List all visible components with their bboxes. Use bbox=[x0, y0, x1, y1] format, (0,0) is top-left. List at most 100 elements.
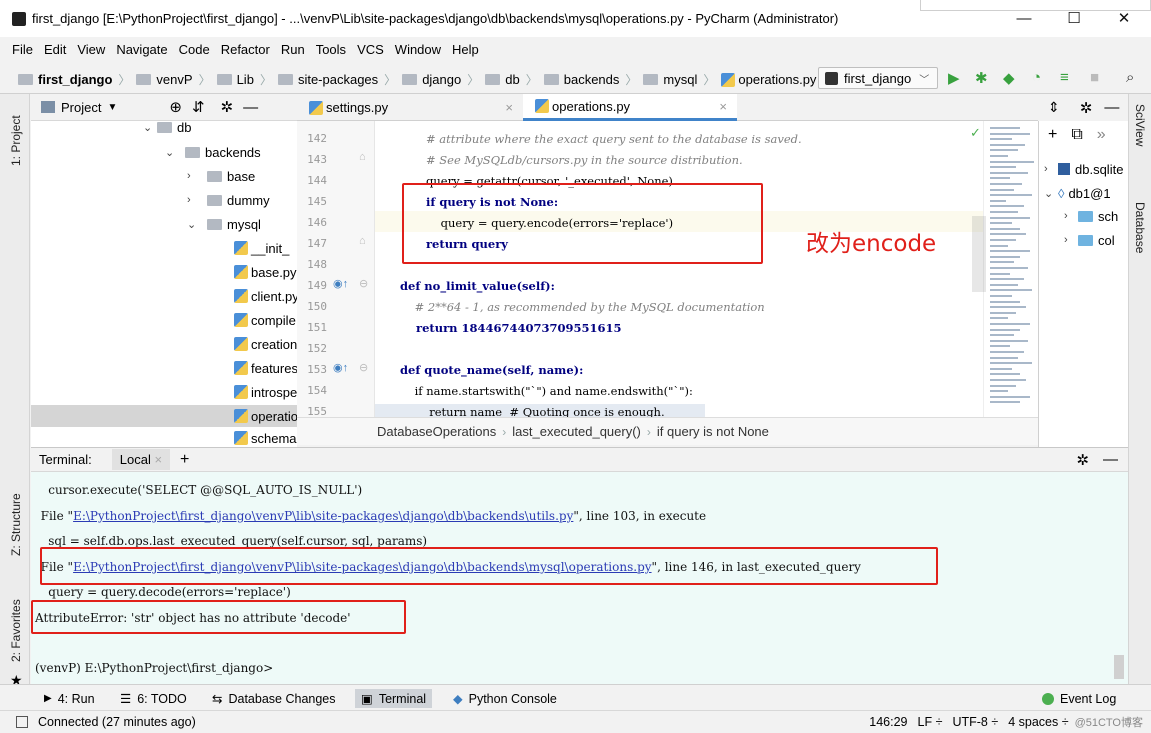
copy-icon[interactable]: ⧉ bbox=[1071, 126, 1082, 144]
tree-item-features[interactable]: features bbox=[234, 357, 298, 379]
sciview-tool-tab[interactable]: SciView bbox=[1133, 104, 1147, 146]
tree-item-client-py[interactable]: client.py bbox=[234, 285, 299, 307]
menu-edit[interactable]: Edit bbox=[44, 42, 66, 57]
menu-code[interactable]: Code bbox=[179, 42, 210, 57]
crumb-lib[interactable]: Lib bbox=[237, 72, 254, 87]
db-item-collations[interactable]: › col bbox=[1064, 229, 1115, 251]
project-title[interactable]: Project bbox=[61, 100, 101, 115]
crumb-mysql[interactable]: mysql bbox=[663, 72, 697, 87]
hide-icon[interactable]: — bbox=[243, 99, 258, 116]
profile-icon[interactable]: ◔ bbox=[1032, 69, 1041, 86]
minimap-viewport[interactable] bbox=[972, 216, 986, 292]
crumb-file[interactable]: operations.py bbox=[738, 72, 816, 87]
database-changes-tool-button[interactable]: ⇆ Database Changes bbox=[206, 689, 342, 708]
tree-item-dummy[interactable]: › dummy bbox=[187, 189, 270, 211]
tree-item-operations[interactable]: operatio bbox=[234, 405, 298, 427]
python-console-tool-button[interactable]: ◆ Python Console bbox=[447, 689, 563, 708]
run-tool-button[interactable]: ▶ 4: Run bbox=[38, 689, 101, 708]
tree-item-schema[interactable]: schema bbox=[234, 429, 297, 447]
minimap[interactable] bbox=[972, 121, 1038, 417]
database-tool-tab[interactable]: Database bbox=[1133, 202, 1147, 253]
run-configuration-select[interactable]: first_django ﹀ bbox=[818, 67, 938, 89]
structure-tool-tab[interactable]: Z: Structure bbox=[9, 493, 23, 556]
crumb-backends[interactable]: backends bbox=[564, 72, 620, 87]
menu-window[interactable]: Window bbox=[395, 42, 441, 57]
minimize-button[interactable]: — bbox=[1010, 6, 1038, 32]
file-link[interactable]: E:\PythonProject\first_django\venvP\lib\… bbox=[73, 509, 573, 523]
close-icon[interactable]: × bbox=[719, 99, 727, 114]
indent-setting[interactable]: 4 spaces ÷ bbox=[1008, 715, 1068, 729]
menu-run[interactable]: Run bbox=[281, 42, 305, 57]
menu-icon[interactable]: ⇕ bbox=[1048, 99, 1060, 116]
menu-view[interactable]: View bbox=[77, 42, 105, 57]
tree-item-base[interactable]: › base bbox=[187, 165, 255, 187]
fold-icon[interactable]: ⌂ bbox=[359, 151, 366, 163]
favorites-tool-tab[interactable]: 2: Favorites bbox=[9, 599, 23, 662]
tree-item-base-py[interactable]: base.py bbox=[234, 261, 297, 283]
override-icon[interactable]: ◉↑ bbox=[333, 361, 348, 374]
code-editor[interactable]: # attribute where the exact query sent t… bbox=[375, 121, 983, 417]
db-item-schemas[interactable]: › sch bbox=[1064, 205, 1118, 227]
hide-icon[interactable]: — bbox=[1103, 451, 1118, 468]
fold-icon[interactable]: ⊖ bbox=[359, 277, 368, 290]
close-icon[interactable]: × bbox=[505, 100, 513, 115]
db-item-sqlite[interactable]: › db.sqlite bbox=[1044, 158, 1123, 180]
close-button[interactable]: ✕ bbox=[1110, 6, 1138, 32]
fold-icon[interactable]: ⌂ bbox=[359, 235, 366, 247]
crumb-method[interactable]: last_executed_query() bbox=[512, 424, 641, 439]
tree-item-creation[interactable]: creation bbox=[234, 333, 297, 355]
tab-settings[interactable]: settings.py × bbox=[297, 94, 523, 121]
add-tab-icon[interactable]: + bbox=[180, 451, 189, 469]
crumb-site-packages[interactable]: site-packages bbox=[298, 72, 378, 87]
menu-vcs[interactable]: VCS bbox=[357, 42, 384, 57]
gear-icon[interactable]: ✲ bbox=[1080, 99, 1093, 117]
menu-tools[interactable]: Tools bbox=[316, 42, 346, 57]
status-window-icon[interactable] bbox=[16, 716, 28, 728]
file-encoding[interactable]: UTF-8 ÷ bbox=[952, 715, 998, 729]
search-icon[interactable]: ⌕ bbox=[1126, 69, 1134, 86]
tree-item-backends[interactable]: ⌄ backends bbox=[165, 141, 261, 163]
crumb-statement[interactable]: if query is not None bbox=[657, 424, 769, 439]
run-icon[interactable]: ▶ bbox=[948, 69, 960, 87]
db-item-db1[interactable]: ⌄ ◊ db1@1 bbox=[1044, 182, 1111, 204]
menu-file[interactable]: File bbox=[12, 42, 33, 57]
stop-icon[interactable]: ■ bbox=[1090, 69, 1099, 86]
concurrency-icon[interactable]: ≡ bbox=[1060, 69, 1069, 86]
tree-item-db[interactable]: ⌄ db bbox=[143, 116, 191, 138]
caret-position[interactable]: 146:29 bbox=[869, 715, 907, 729]
terminal-scrollbar[interactable] bbox=[1114, 655, 1124, 679]
project-tool-tab[interactable]: 1: Project bbox=[9, 115, 23, 166]
crumb-db[interactable]: db bbox=[505, 72, 519, 87]
gear-icon[interactable]: ✲ bbox=[221, 98, 234, 116]
crumb-class[interactable]: DatabaseOperations bbox=[377, 424, 496, 439]
crumb-django[interactable]: django bbox=[422, 72, 461, 87]
menu-refactor[interactable]: Refactor bbox=[221, 42, 270, 57]
collapse-icon[interactable]: ⇵ bbox=[192, 98, 205, 116]
crumb-venvp[interactable]: venvP bbox=[156, 72, 192, 87]
crumb-project[interactable]: first_django bbox=[38, 72, 112, 87]
tree-item-introspection[interactable]: introspe bbox=[234, 381, 297, 403]
more-icon[interactable]: » bbox=[1097, 126, 1106, 144]
debug-icon[interactable]: ✱ bbox=[975, 69, 988, 87]
tree-item-compiler[interactable]: compile bbox=[234, 309, 296, 331]
maximize-button[interactable]: ☐ bbox=[1060, 6, 1088, 32]
coverage-icon[interactable]: ◆ bbox=[1003, 69, 1015, 87]
tab-operations[interactable]: operations.py × bbox=[523, 94, 737, 121]
fold-icon[interactable]: ⊖ bbox=[359, 361, 368, 374]
gear-icon[interactable]: ✲ bbox=[1076, 451, 1089, 469]
tree-item-init[interactable]: __init_ bbox=[234, 237, 289, 259]
event-log-button[interactable]: Event Log bbox=[1036, 689, 1122, 708]
chevron-down-icon[interactable]: ▼ bbox=[107, 102, 117, 113]
tree-item-mysql[interactable]: ⌄ mysql bbox=[187, 213, 261, 235]
override-icon[interactable]: ◉↑ bbox=[333, 277, 348, 290]
hide-icon[interactable]: — bbox=[1104, 99, 1119, 116]
inspection-ok-icon[interactable]: ✓ bbox=[970, 125, 981, 141]
menu-navigate[interactable]: Navigate bbox=[116, 42, 167, 57]
locate-icon[interactable]: ⊕ bbox=[169, 98, 182, 116]
terminal-tab-local[interactable]: Local × bbox=[111, 449, 171, 470]
close-icon[interactable]: × bbox=[154, 452, 162, 467]
terminal-tool-button[interactable]: ▣ Terminal bbox=[355, 689, 433, 708]
menu-help[interactable]: Help bbox=[452, 42, 479, 57]
todo-tool-button[interactable]: ☰ 6: TODO bbox=[114, 689, 193, 708]
line-separator[interactable]: LF ÷ bbox=[918, 715, 943, 729]
